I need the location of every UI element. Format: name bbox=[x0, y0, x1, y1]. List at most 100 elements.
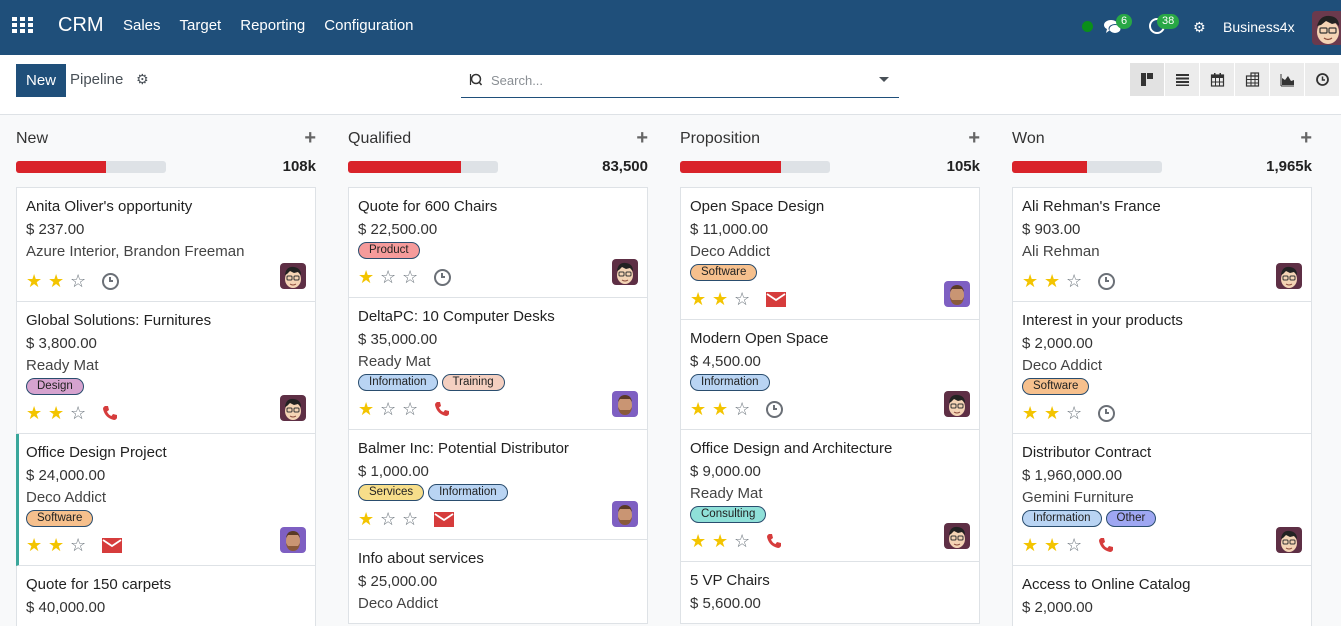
priority-star-icon[interactable]: ☆ bbox=[70, 403, 92, 423]
quick-create-plus-icon[interactable]: + bbox=[1300, 127, 1312, 150]
priority-star-icon[interactable]: ☆ bbox=[402, 267, 424, 287]
opportunity-card[interactable]: Quote for 600 Chairs $ 22,500.00 Product ★ ☆… bbox=[348, 187, 648, 298]
priority-star-icon[interactable]: ★ bbox=[48, 403, 70, 423]
opportunity-card[interactable]: Open Space Design $ 11,000.00 Deco Addict S… bbox=[680, 187, 980, 320]
opportunity-card[interactable]: Office Design Project $ 24,000.00 Deco Add… bbox=[16, 434, 316, 566]
quick-create-plus-icon[interactable]: + bbox=[968, 127, 980, 150]
activity-indicator[interactable] bbox=[766, 400, 783, 418]
priority-star-icon[interactable]: ☆ bbox=[402, 509, 424, 529]
priority-star-icon[interactable]: ★ bbox=[1044, 271, 1066, 291]
priority-star-icon[interactable]: ★ bbox=[1022, 535, 1044, 555]
column-progress-bar[interactable] bbox=[1012, 161, 1162, 173]
priority-star-icon[interactable]: ★ bbox=[1044, 403, 1066, 423]
priority-star-icon[interactable]: ★ bbox=[712, 399, 734, 419]
menu-item-configuration[interactable]: Configuration bbox=[324, 17, 413, 34]
column-progress-bar[interactable] bbox=[348, 161, 498, 173]
priority-star-icon[interactable]: ☆ bbox=[1066, 403, 1088, 423]
priority-star-icon[interactable]: ★ bbox=[690, 399, 712, 419]
priority-star-icon[interactable]: ★ bbox=[26, 403, 48, 423]
activity-indicator[interactable] bbox=[434, 401, 450, 417]
priority-star-icon[interactable]: ★ bbox=[690, 289, 712, 309]
search-input[interactable] bbox=[491, 70, 871, 90]
email-icon[interactable] bbox=[766, 291, 786, 307]
activity-indicator[interactable] bbox=[766, 533, 782, 549]
priority-star-icon[interactable]: ☆ bbox=[380, 509, 402, 529]
priority-star-icon[interactable]: ★ bbox=[1022, 271, 1044, 291]
menu-item-target[interactable]: Target bbox=[180, 17, 222, 34]
app-brand[interactable]: CRM bbox=[58, 14, 104, 37]
salesperson-avatar[interactable] bbox=[1276, 527, 1302, 553]
opportunity-card[interactable]: 5 VP Chairs $ 5,600.00 bbox=[680, 562, 980, 624]
email-icon[interactable] bbox=[102, 537, 122, 553]
email-icon[interactable] bbox=[434, 511, 454, 527]
column-title[interactable]: New bbox=[16, 130, 48, 148]
priority-star-icon[interactable]: ★ bbox=[712, 289, 734, 309]
priority-star-icon[interactable]: ★ bbox=[358, 509, 380, 529]
activity-clock-icon[interactable] bbox=[1098, 272, 1115, 290]
salesperson-avatar[interactable] bbox=[944, 391, 970, 417]
opportunity-card[interactable]: Info about services $ 25,000.00 Deco Addic… bbox=[348, 540, 648, 624]
phone-icon[interactable] bbox=[434, 401, 450, 417]
priority-star-icon[interactable]: ★ bbox=[690, 531, 712, 551]
priority-star-icon[interactable]: ☆ bbox=[1066, 535, 1088, 555]
priority-star-icon[interactable]: ★ bbox=[712, 531, 734, 551]
activity-indicator[interactable] bbox=[434, 268, 451, 286]
activity-clock-icon[interactable] bbox=[102, 272, 119, 290]
quick-create-plus-icon[interactable]: + bbox=[636, 127, 648, 150]
search-options-toggle-icon[interactable] bbox=[879, 77, 889, 82]
gear-icon[interactable]: ⚙ bbox=[136, 71, 149, 88]
salesperson-avatar[interactable] bbox=[612, 391, 638, 417]
kanban-view-button[interactable] bbox=[1130, 63, 1165, 96]
activity-indicator[interactable] bbox=[1098, 272, 1115, 290]
activity-indicator[interactable] bbox=[102, 405, 118, 421]
priority-star-icon[interactable]: ☆ bbox=[734, 531, 756, 551]
debug-gears-icon[interactable]: ⚙ bbox=[1193, 19, 1206, 36]
opportunity-card[interactable]: Modern Open Space $ 4,500.00 Information ★ ★… bbox=[680, 320, 980, 430]
priority-star-icon[interactable]: ☆ bbox=[70, 271, 92, 291]
activity-indicator[interactable] bbox=[1098, 537, 1114, 553]
opportunity-card[interactable]: Quote for 150 carpets $ 40,000.00 bbox=[16, 566, 316, 626]
column-title[interactable]: Qualified bbox=[348, 130, 411, 148]
priority-star-icon[interactable]: ☆ bbox=[734, 289, 756, 309]
company-switcher[interactable]: Business4x bbox=[1223, 19, 1295, 35]
priority-star-icon[interactable]: ★ bbox=[358, 267, 380, 287]
phone-icon[interactable] bbox=[1098, 537, 1114, 553]
priority-star-icon[interactable]: ★ bbox=[26, 535, 48, 555]
activity-clock-icon[interactable] bbox=[434, 268, 451, 286]
priority-star-icon[interactable]: ★ bbox=[26, 271, 48, 291]
opportunity-card[interactable]: Ali Rehman's France $ 903.00 Ali Rehman ★ ★ ☆ bbox=[1012, 187, 1312, 302]
priority-star-icon[interactable]: ☆ bbox=[70, 535, 92, 555]
opportunity-card[interactable]: Interest in your products $ 2,000.00 Deco … bbox=[1012, 302, 1312, 434]
salesperson-avatar[interactable] bbox=[944, 523, 970, 549]
priority-star-icon[interactable]: ★ bbox=[48, 535, 70, 555]
priority-star-icon[interactable]: ★ bbox=[358, 399, 380, 419]
pivot-view-button[interactable] bbox=[1235, 63, 1270, 96]
column-progress-bar[interactable] bbox=[680, 161, 830, 173]
activity-view-button[interactable] bbox=[1305, 63, 1340, 96]
salesperson-avatar[interactable] bbox=[1276, 263, 1302, 289]
column-title[interactable]: Proposition bbox=[680, 130, 760, 148]
activity-indicator[interactable] bbox=[102, 272, 119, 290]
salesperson-avatar[interactable] bbox=[280, 395, 306, 421]
salesperson-avatar[interactable] bbox=[612, 259, 638, 285]
priority-star-icon[interactable]: ☆ bbox=[380, 399, 402, 419]
apps-menu-icon[interactable] bbox=[12, 17, 33, 35]
salesperson-avatar[interactable] bbox=[612, 501, 638, 527]
priority-star-icon[interactable]: ☆ bbox=[402, 399, 424, 419]
menu-item-sales[interactable]: Sales bbox=[123, 17, 161, 34]
quick-create-plus-icon[interactable]: + bbox=[304, 127, 316, 150]
salesperson-avatar[interactable] bbox=[944, 281, 970, 307]
column-title[interactable]: Won bbox=[1012, 130, 1045, 148]
menu-item-reporting[interactable]: Reporting bbox=[240, 17, 305, 34]
opportunity-card[interactable]: Office Design and Architecture $ 9,000.00… bbox=[680, 430, 980, 562]
list-view-button[interactable] bbox=[1165, 63, 1200, 96]
opportunity-card[interactable]: Anita Oliver's opportunity $ 237.00 Azure … bbox=[16, 187, 316, 302]
priority-star-icon[interactable]: ☆ bbox=[734, 399, 756, 419]
activity-clock-icon[interactable] bbox=[766, 400, 783, 418]
priority-star-icon[interactable]: ★ bbox=[1022, 403, 1044, 423]
new-button[interactable]: New bbox=[16, 64, 66, 97]
activity-indicator[interactable] bbox=[766, 291, 786, 307]
salesperson-avatar[interactable] bbox=[280, 527, 306, 553]
calendar-view-button[interactable] bbox=[1200, 63, 1235, 96]
activity-indicator[interactable] bbox=[1098, 404, 1115, 422]
